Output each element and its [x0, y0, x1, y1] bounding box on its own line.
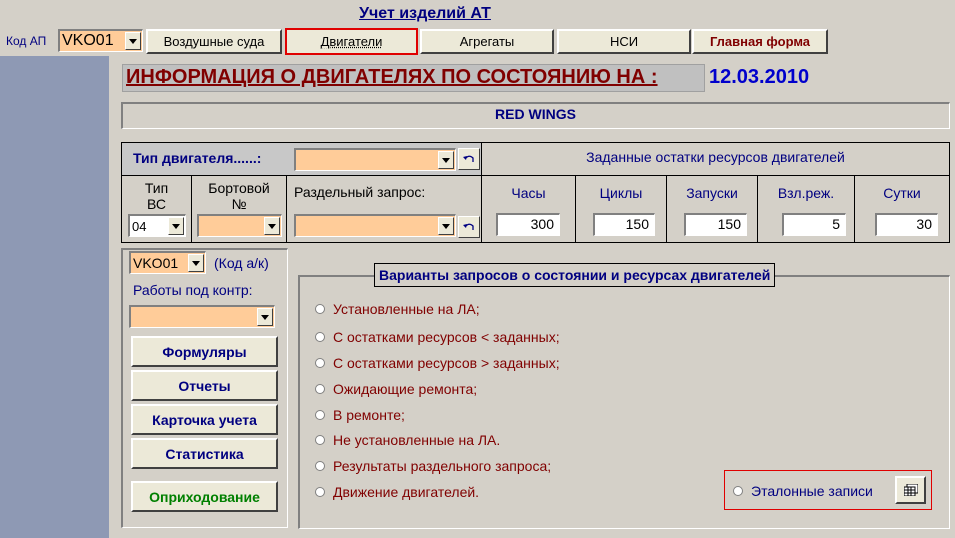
chevron-down-icon[interactable] — [438, 151, 454, 169]
board-label-1: Бортовой — [208, 180, 270, 196]
res-cycles-input[interactable]: 150 — [593, 213, 655, 236]
ak-label: (Код а/к) — [214, 255, 269, 271]
engine-type-label: Тип двигателя......: — [133, 150, 262, 166]
split-query-label: Раздельный запрос: — [294, 184, 426, 200]
split-query-combo[interactable] — [294, 214, 456, 237]
resources-header: Заданные остатки ресурсов двигателей — [586, 149, 845, 165]
kod-ap-combo[interactable]: VKO01 — [58, 29, 143, 52]
res-cycles-label: Циклы — [599, 185, 643, 201]
ak-combo[interactable]: VKO01 — [129, 251, 206, 274]
res-hours-label: Часы — [511, 185, 546, 201]
vs-type-combo[interactable]: 04 — [128, 214, 186, 237]
chevron-down-icon[interactable] — [125, 32, 141, 50]
formulary-button[interactable]: Формуляры — [131, 336, 278, 367]
vs-type-label-1: Тип — [144, 180, 169, 196]
chevron-down-icon[interactable] — [264, 217, 280, 235]
works-combo[interactable] — [129, 305, 275, 328]
radio-icon[interactable] — [315, 435, 325, 445]
oprih-button[interactable]: Оприходование — [131, 481, 278, 512]
option-more-remaining[interactable]: С остатками ресурсов > заданных; — [315, 355, 560, 371]
report-date: 12.03.2010 — [709, 66, 810, 88]
reports-button[interactable]: Отчеты — [131, 370, 278, 401]
chevron-down-icon[interactable] — [188, 254, 204, 272]
chevron-down-icon[interactable] — [438, 217, 454, 235]
ak-value: VKO01 — [133, 255, 179, 271]
radio-icon[interactable] — [315, 304, 325, 314]
left-strip — [0, 56, 109, 538]
tab-engines-label: Двигатели — [320, 34, 383, 49]
radio-icon[interactable] — [315, 461, 325, 471]
radio-icon[interactable] — [315, 358, 325, 368]
kod-ap-label: Код АП — [6, 34, 47, 48]
option-less-remaining[interactable]: С остатками ресурсов < заданных; — [315, 329, 560, 345]
board-combo[interactable] — [197, 214, 282, 237]
chevron-down-icon[interactable] — [168, 217, 184, 235]
options-title: Варианты запросов о состоянии и ресурсах… — [374, 263, 776, 287]
vs-type-value: 04 — [132, 218, 147, 234]
radio-icon[interactable] — [733, 486, 743, 496]
app-title: Учет изделий АТ — [359, 5, 491, 22]
etalon-option[interactable]: Эталонные записи — [733, 483, 873, 499]
page-heading-text: ИНФОРМАЦИЯ О ДВИГАТЕЛЯХ ПО СОСТОЯНИЮ НА … — [126, 66, 658, 88]
radio-icon[interactable] — [315, 332, 325, 342]
tab-aircraft[interactable]: Воздушные суда — [146, 29, 282, 54]
res-days-label: Сутки — [883, 185, 921, 201]
tab-nsi[interactable]: НСИ — [557, 29, 691, 54]
chevron-down-icon[interactable] — [257, 308, 273, 326]
option-not-installed[interactable]: Не установленные на ЛА. — [315, 432, 500, 448]
table-icon[interactable] — [895, 476, 926, 504]
option-split-results[interactable]: Результаты раздельного запроса; — [315, 458, 551, 474]
tab-units[interactable]: Агрегаты — [420, 29, 554, 54]
record-card-button[interactable]: Карточка учета — [131, 404, 278, 435]
company-name: RED WINGS — [495, 106, 576, 122]
res-starts-label: Запуски — [686, 185, 738, 201]
radio-icon[interactable] — [315, 487, 325, 497]
option-installed[interactable]: Установленные на ЛА; — [315, 301, 480, 317]
engine-type-combo[interactable] — [294, 148, 456, 171]
radio-icon[interactable] — [315, 410, 325, 420]
option-engine-movement[interactable]: Движение двигателей. — [315, 484, 479, 500]
radio-icon[interactable] — [315, 384, 325, 394]
undo-icon[interactable] — [458, 148, 480, 170]
res-takeoff-label: Взл.реж. — [777, 185, 835, 201]
undo-icon[interactable] — [458, 216, 480, 238]
option-in-repair[interactable]: В ремонте; — [315, 407, 405, 423]
option-awaiting-repair[interactable]: Ожидающие ремонта; — [315, 381, 477, 397]
res-starts-input[interactable]: 150 — [684, 213, 747, 236]
kod-ap-value: VKO01 — [62, 32, 114, 49]
tab-engines[interactable]: Двигатели — [285, 28, 418, 55]
res-hours-input[interactable]: 300 — [496, 213, 560, 236]
res-takeoff-input[interactable]: 5 — [782, 213, 846, 236]
works-label: Работы под контр: — [133, 282, 253, 298]
vs-type-label-2: ВС — [147, 196, 166, 212]
res-days-input[interactable]: 30 — [875, 213, 938, 236]
statistics-button[interactable]: Статистика — [131, 438, 278, 469]
board-label-2: № — [231, 196, 247, 212]
tab-main-form[interactable]: Главная форма — [692, 29, 828, 54]
